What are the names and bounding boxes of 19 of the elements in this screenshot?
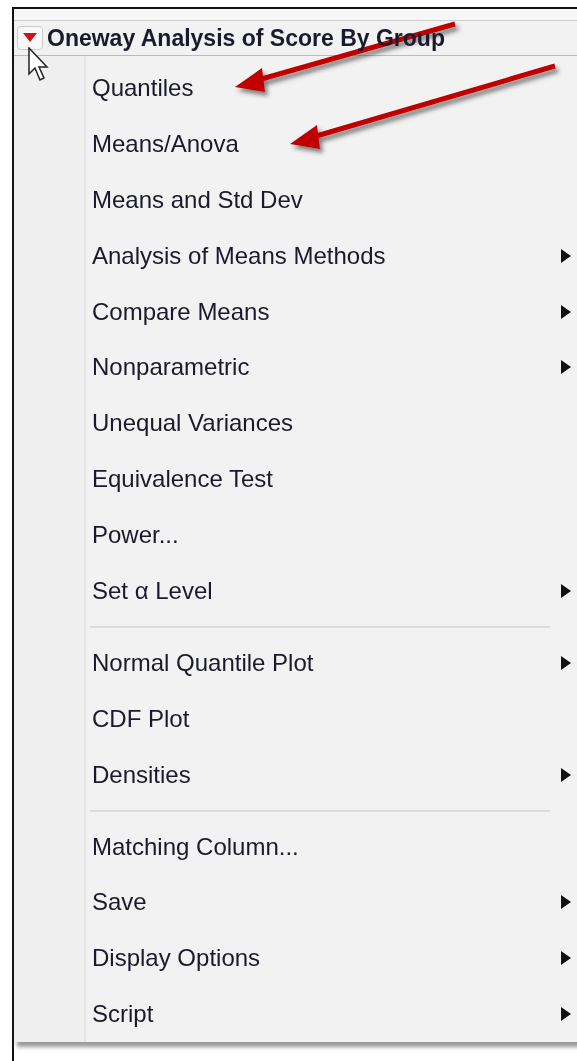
menu-item[interactable]: Display Options (86, 930, 577, 987)
menu-item[interactable]: Set α Level (86, 563, 577, 619)
menu-item[interactable]: Analysis of Means Methods (86, 227, 577, 284)
menu-item[interactable]: Densities (86, 746, 577, 803)
menu-item[interactable]: Compare Means (86, 283, 577, 340)
menu-item[interactable]: Quantiles (86, 60, 577, 116)
menu-item[interactable]: Matching Column... (86, 818, 577, 875)
menu-item[interactable]: Script (86, 986, 577, 1043)
menu-item[interactable]: Unequal Variances (86, 395, 577, 452)
disclosure-button[interactable] (17, 26, 43, 50)
menu-item[interactable]: Normal Quantile Plot (86, 634, 577, 691)
menu-item[interactable]: Save (86, 874, 577, 931)
menu-item[interactable]: CDF Plot (86, 690, 577, 747)
menu-item[interactable]: Means/Anova (86, 115, 577, 172)
menu-item[interactable]: Nonparametric (86, 339, 577, 396)
menu-item[interactable]: Means and Std Dev (86, 171, 577, 228)
triangle-icon (23, 33, 37, 43)
menu-item[interactable]: Equivalence Test (86, 451, 577, 508)
menu-item[interactable]: Power... (86, 507, 577, 563)
